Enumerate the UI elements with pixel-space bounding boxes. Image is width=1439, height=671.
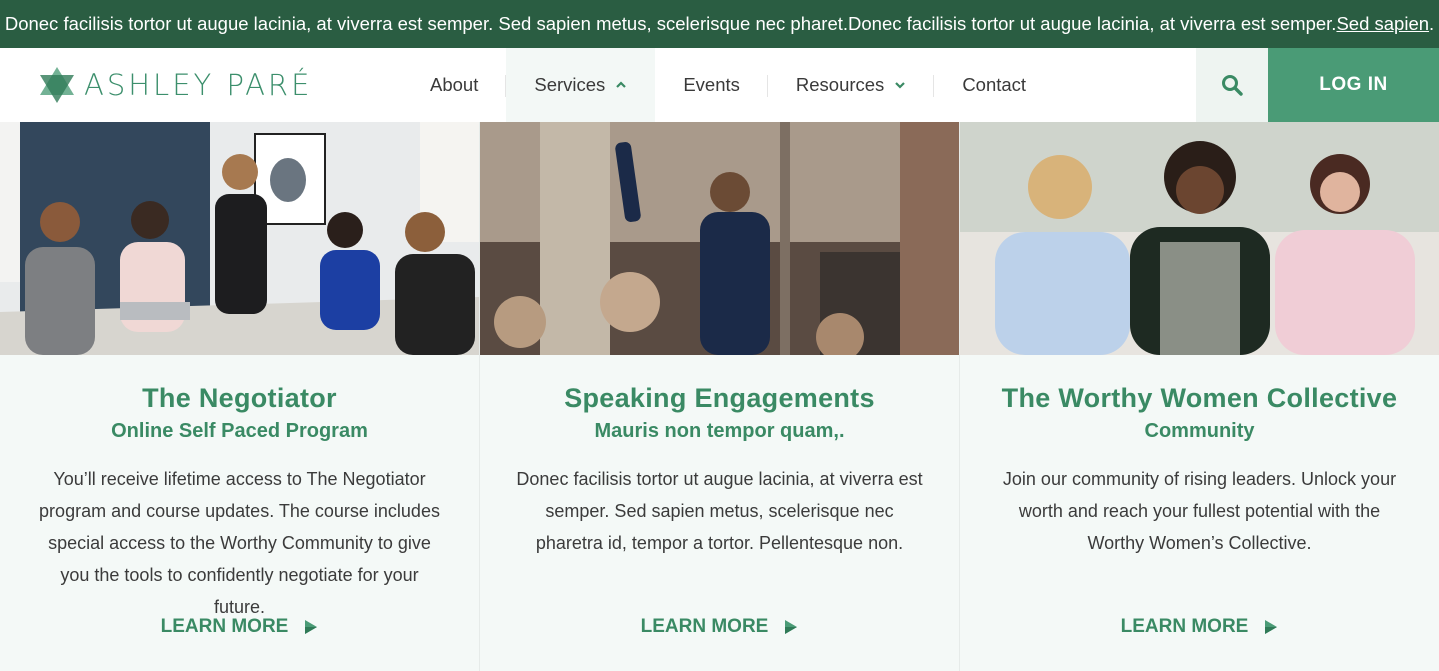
card-subtitle: Community (1144, 420, 1255, 442)
nav-resources[interactable]: Resources (768, 48, 935, 122)
play-arrow-icon (1265, 620, 1278, 634)
announcement-text: Donec facilisis tortor ut augue lacinia,… (4, 13, 1337, 34)
search-button[interactable] (1196, 48, 1268, 122)
women-photo (960, 122, 1439, 355)
nav-events-label: Events (683, 74, 740, 95)
learn-more-label: LEARN MORE (160, 616, 289, 637)
announcement-bar: Donec facilisis tortor ut augue lacinia,… (0, 0, 1439, 48)
logo-text: ASHLEY PARÉ (84, 68, 313, 102)
card-image-meeting[interactable] (0, 122, 479, 355)
card-description: You’ll receive lifetime access to The Ne… (39, 469, 440, 617)
card-title: Speaking Engagements (564, 383, 875, 413)
card-image-women[interactable] (960, 122, 1439, 355)
card-speaking: Speaking Engagements Mauris non tempor q… (480, 122, 960, 671)
speaker-photo (480, 122, 959, 355)
site-header: ASHLEY PARÉ About Services Events Resour… (0, 48, 1439, 122)
service-cards: The Negotiator Online Self Paced Program… (0, 122, 1439, 671)
nav-contact[interactable]: Contact (934, 48, 1054, 122)
card-collective: The Worthy Women Collective Community Jo… (960, 122, 1439, 671)
nav-resources-label: Resources (795, 74, 885, 95)
nav-services-label: Services (534, 74, 606, 95)
announcement-link[interactable]: Sed sapien (1336, 13, 1429, 35)
meeting-photo (0, 122, 479, 355)
nav-services[interactable]: Services (506, 48, 656, 122)
card-title: The Negotiator (142, 383, 337, 413)
main-nav: About Services Events Resources Contact (402, 48, 1054, 122)
card-subtitle: Online Self Paced Program (111, 420, 368, 442)
nav-contact-label: Contact (962, 74, 1027, 95)
logo[interactable]: ASHLEY PARÉ (38, 65, 312, 105)
card-title: The Worthy Women Collective (1001, 383, 1398, 413)
card-description: Join our community of rising leaders. Un… (1002, 469, 1397, 553)
chevron-down-icon (895, 82, 906, 89)
play-arrow-icon (785, 620, 798, 634)
learn-more-link[interactable]: LEARN MORE (0, 616, 479, 638)
nav-events[interactable]: Events (655, 48, 768, 122)
learn-more-link[interactable]: LEARN MORE (960, 616, 1439, 638)
login-button[interactable]: LOG IN (1268, 48, 1439, 122)
learn-more-label: LEARN MORE (1120, 616, 1249, 637)
card-description: Donec facilisis tortor ut augue lacinia,… (516, 469, 923, 553)
learn-more-label: LEARN MORE (640, 616, 769, 637)
nav-about-label: About (430, 74, 479, 95)
star-logo-icon (40, 67, 74, 103)
card-image-speaker[interactable] (480, 122, 959, 355)
card-subtitle: Mauris non tempor quam,. (594, 420, 845, 442)
nav-about[interactable]: About (402, 48, 507, 122)
learn-more-link[interactable]: LEARN MORE (480, 616, 959, 638)
card-negotiator: The Negotiator Online Self Paced Program… (0, 122, 480, 671)
announcement-trail: . (1429, 13, 1435, 34)
play-arrow-icon (305, 620, 318, 634)
chevron-up-icon (616, 81, 627, 88)
search-icon (1222, 75, 1243, 96)
